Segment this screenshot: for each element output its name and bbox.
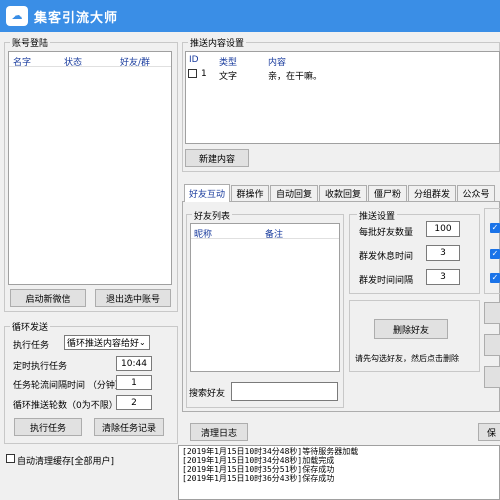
push-row-type: 文字 [219, 72, 238, 82]
right-action-button-1[interactable] [484, 302, 500, 324]
option-checkbox-3[interactable]: ✓ [490, 273, 500, 283]
timed-input[interactable]: 10:44 [116, 356, 152, 371]
rounds-input[interactable]: 2 [116, 395, 152, 410]
interval-label: 任务轮流间隔时间 （分钟） [13, 381, 124, 391]
log-line: [2019年1月15日10时34分48秒]加载完成 [182, 456, 335, 465]
app-logo-icon: ☁ [6, 6, 28, 26]
push-row-content: 亲，在干嘛。 [268, 72, 323, 82]
log-panel[interactable]: [2019年1月15日10时34分48秒]等待服务器加载 [2019年1月15日… [178, 445, 500, 500]
friends-list[interactable] [190, 223, 340, 372]
delete-friends-button[interactable]: 删除好友 [374, 319, 448, 339]
accounts-list[interactable] [8, 51, 172, 285]
task-label: 执行任务 [13, 341, 50, 351]
batch-size-input[interactable]: 100 [426, 221, 460, 237]
tab-group-operations[interactable]: 群操作 [231, 185, 269, 201]
push-content-group-title: 推送内容设置 [188, 36, 247, 49]
loop-send-group-title: 循环发送 [10, 320, 51, 333]
auto-clear-checkbox[interactable] [6, 454, 15, 463]
option-checkbox-2[interactable]: ✓ [490, 249, 500, 259]
tab-official-account[interactable]: 公众号 [457, 185, 495, 201]
friends-group-title: 好友列表 [192, 209, 233, 222]
search-friend-label: 搜索好友 [189, 389, 226, 399]
rounds-label: 循环推送轮数（0为不限） [13, 401, 118, 411]
clear-task-button[interactable]: 清除任务记录 [94, 418, 164, 436]
log-line: [2019年1月15日10时34分48秒]等待服务器加载 [182, 447, 359, 456]
new-content-button[interactable]: 新建内容 [185, 149, 249, 167]
tab-friend-interaction[interactable]: 好友互动 [184, 184, 230, 202]
rest-time-label: 群发休息时间 [359, 252, 414, 262]
gap-time-input[interactable]: 3 [426, 269, 460, 285]
app-title: 集客引流大师 [34, 11, 119, 26]
push-row-checkbox[interactable] [188, 69, 197, 78]
log-line: [2019年1月15日10时35分51秒]保存成功 [182, 465, 335, 474]
run-task-button[interactable]: 执行任务 [14, 418, 82, 436]
interval-input[interactable]: 1 [116, 375, 152, 390]
tab-zombie-fans[interactable]: 僵尸粉 [368, 185, 407, 201]
push-col-id[interactable]: ID [189, 55, 199, 65]
chevron-down-icon: ⌄ [139, 338, 146, 347]
rest-time-input[interactable]: 3 [426, 245, 460, 261]
task-select-value: 循环推送内容给好 [67, 339, 139, 349]
tab-group-broadcast[interactable]: 分组群发 [408, 185, 456, 201]
timed-label: 定时执行任务 [13, 362, 68, 372]
tab-payment-reply[interactable]: 收款回复 [319, 185, 367, 201]
start-wechat-button[interactable]: 启动新微信 [10, 289, 86, 307]
task-select[interactable]: 循环推送内容给好 ⌄ [64, 335, 150, 350]
tab-auto-reply[interactable]: 自动回复 [270, 185, 318, 201]
logout-account-button[interactable]: 退出选中账号 [95, 289, 171, 307]
push-col-content[interactable]: 内容 [268, 55, 286, 68]
friends-header-divider [191, 238, 339, 239]
clear-log-button[interactable]: 清理日志 [190, 423, 248, 441]
push-col-type[interactable]: 类型 [219, 55, 237, 68]
push-settings-group-title: 推送设置 [357, 209, 398, 222]
accounts-group-title: 账号登陆 [10, 36, 51, 49]
log-line: [2019年1月15日10时36分43秒]保存成功 [182, 474, 335, 483]
batch-size-label: 每批好友数量 [359, 228, 414, 238]
right-action-button-3[interactable] [484, 366, 500, 388]
auto-clear-label: 自动清理缓存[全部用户] [17, 457, 115, 467]
option-checkbox-1[interactable]: ✓ [490, 223, 500, 233]
delete-hint: 请先勾选好友，然后点击删除 [355, 354, 459, 363]
accounts-header-divider [9, 66, 171, 67]
search-friend-input[interactable] [231, 382, 338, 401]
gap-time-label: 群发时间间隔 [359, 276, 414, 286]
push-row-id: 1 [201, 69, 207, 79]
save-log-button[interactable]: 保 [478, 423, 500, 441]
right-action-button-2[interactable] [484, 334, 500, 356]
